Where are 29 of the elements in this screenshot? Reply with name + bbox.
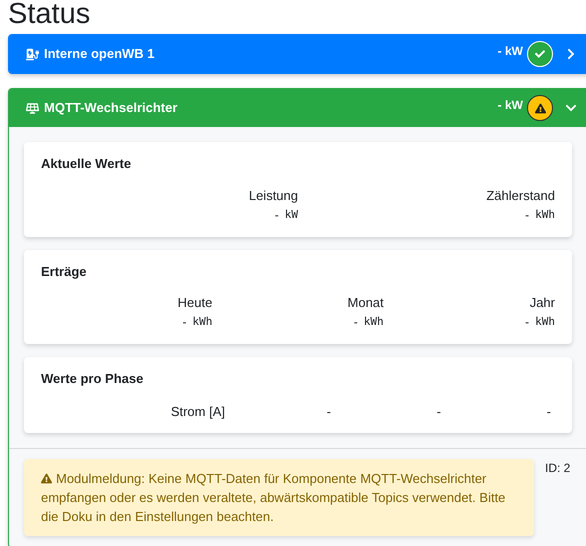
- value-reading: - kWh: [525, 314, 555, 331]
- value-label: Jahr: [530, 294, 555, 312]
- value-reading: - kWh: [182, 314, 212, 331]
- component-id: ID: 2: [545, 460, 570, 477]
- phase-value: -: [326, 402, 332, 420]
- value-label: Zählerstand: [486, 186, 555, 204]
- charging-station-icon: [26, 48, 39, 60]
- value-label: Leistung: [248, 186, 298, 204]
- value-reading: - kWh: [354, 314, 384, 331]
- value-reading: - kW: [274, 206, 298, 224]
- warning-message: Modulmeldung: Keine MQTT-Daten für Komponente MQTT-Wechselrichter empfangen oder es werden veraltete, abwärtskompatible Topics verwendet. Bitte die Doku in den Einstellungen beachten.: [24, 459, 534, 536]
- value-reading: - kWh: [525, 206, 555, 224]
- section-title: Werte pro Phase: [41, 370, 144, 388]
- value-label: Heute: [178, 294, 212, 312]
- row-label: Strom [A]: [170, 402, 225, 421]
- warning-icon: [41, 473, 52, 484]
- section-title: Erträge: [41, 262, 88, 281]
- card-header[interactable]: Interne openWB 1 - kW: [9, 35, 586, 73]
- page-title: Status: [8, 0, 90, 31]
- section-title: Aktuelle Werte: [41, 155, 132, 173]
- power-reading: - kW: [498, 97, 523, 114]
- phase-value: -: [436, 402, 442, 420]
- card-header[interactable]: MQTT-Wechselrichter - kW: [9, 89, 586, 127]
- power-reading: - kW: [498, 43, 523, 60]
- value-label: Monat: [348, 294, 384, 312]
- card-title: Interne openWB 1: [44, 45, 155, 64]
- solar-panel-icon: [26, 102, 39, 114]
- card-title: MQTT-Wechselrichter: [44, 99, 178, 118]
- phase-value: -: [546, 402, 552, 420]
